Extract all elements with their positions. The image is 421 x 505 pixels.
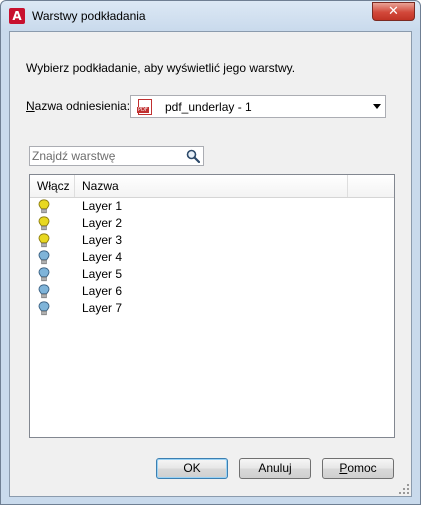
search-icon[interactable] (186, 149, 200, 163)
instruction-text: Wybierz podkładanie, aby wyświetlić jego… (26, 61, 296, 75)
layer-row[interactable]: Layer 2 (30, 215, 394, 232)
lightbulb-on-icon[interactable] (38, 199, 50, 214)
layer-row[interactable]: Layer 1 (30, 198, 394, 215)
autocad-logo-icon: A (9, 8, 25, 24)
reference-name-label: Nazwa odniesienia: (26, 99, 130, 113)
layer-name: Layer 2 (82, 216, 123, 230)
layer-name: Layer 3 (82, 233, 123, 247)
help-button-text: omoc (347, 461, 377, 475)
ok-button[interactable]: OK (156, 458, 228, 479)
pdf-icon-label: PDF (137, 107, 149, 113)
reference-name-label-accesskey: N (26, 99, 35, 113)
layer-name: Layer 6 (82, 284, 123, 298)
layer-row[interactable]: Layer 4 (30, 249, 394, 266)
layer-row[interactable]: Layer 5 (30, 266, 394, 283)
column-header-on[interactable]: Włącz (30, 175, 75, 197)
layer-name: Layer 4 (82, 250, 123, 264)
title-bar[interactable]: A Warstwy podkładania ✕ (1, 1, 420, 31)
layer-name: Layer 1 (82, 199, 123, 213)
lightbulb-off-icon[interactable] (38, 267, 50, 282)
layer-list[interactable]: Włącz Nazwa Layer 1 Layer 2 Layer 3 Layer 4… (29, 174, 395, 438)
layer-search-input[interactable] (32, 149, 182, 163)
dialog-window: A Warstwy podkładania ✕ Wybierz podkłada… (0, 0, 421, 505)
cancel-button[interactable]: Anuluj (239, 458, 311, 479)
layer-row[interactable]: Layer 7 (30, 300, 394, 317)
pdf-file-icon: PDF (137, 99, 152, 115)
resize-grip-icon[interactable] (399, 484, 409, 494)
list-header: Włącz Nazwa (30, 175, 394, 198)
layer-row[interactable]: Layer 3 (30, 232, 394, 249)
lightbulb-off-icon[interactable] (38, 301, 50, 316)
lightbulb-on-icon[interactable] (38, 233, 50, 248)
lightbulb-off-icon[interactable] (38, 250, 50, 265)
reference-name-value: pdf_underlay - 1 (165, 100, 252, 114)
chevron-down-icon[interactable] (373, 104, 381, 109)
window-title: Warstwy podkładania (32, 9, 146, 23)
layer-row[interactable]: Layer 6 (30, 283, 394, 300)
layer-name: Layer 5 (82, 267, 123, 281)
layer-name: Layer 7 (82, 301, 123, 315)
column-header-extra[interactable] (348, 175, 394, 197)
reference-name-select[interactable]: PDF pdf_underlay - 1 (130, 95, 386, 118)
lightbulb-off-icon[interactable] (38, 284, 50, 299)
dialog-body: Wybierz podkładanie, aby wyświetlić jego… (9, 31, 412, 497)
layer-search-box[interactable] (29, 146, 204, 166)
help-button[interactable]: Pomoc (322, 458, 394, 479)
reference-name-label-text: azwa odniesienia: (34, 99, 131, 113)
close-button[interactable]: ✕ (372, 2, 415, 21)
lightbulb-on-icon[interactable] (38, 216, 50, 231)
column-header-name[interactable]: Nazwa (75, 175, 348, 197)
